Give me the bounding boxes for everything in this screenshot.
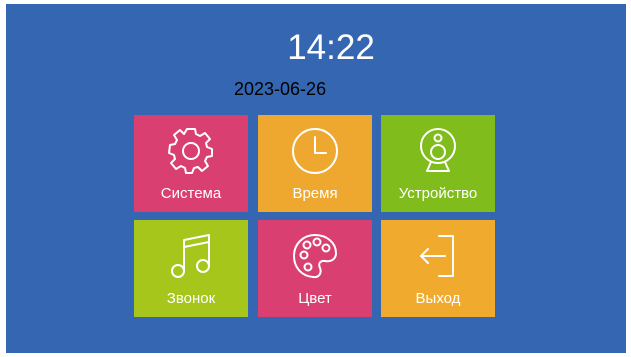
menu-tile-exit[interactable]: Выход (381, 220, 495, 317)
menu-tile-label: Система (160, 185, 222, 202)
menu-tile-ringtone[interactable]: Звонок (134, 220, 248, 317)
menu-tile-label: Цвет (298, 290, 332, 307)
webcam-icon (412, 125, 464, 177)
gear-icon (165, 125, 217, 177)
clock-icon (289, 125, 341, 177)
clock-date: 2023-06-26 (234, 79, 327, 99)
menu-tile-label: Звонок (166, 290, 216, 307)
menu-tile-label: Выход (415, 290, 461, 307)
music-note-icon (165, 230, 217, 282)
menu-tile-label: Устройство (398, 185, 478, 202)
home-screen: 14:22 2023-06-26 Система Время Устройств… (6, 4, 626, 353)
menu-tile-label: Время (292, 185, 338, 202)
menu-tile-device[interactable]: Устройство (381, 115, 495, 212)
menu-tile-time[interactable]: Время (258, 115, 372, 212)
exit-icon (412, 230, 464, 282)
menu-tile-system[interactable]: Система (134, 115, 248, 212)
palette-icon (289, 230, 341, 282)
clock-time: 14:22 (287, 28, 375, 67)
menu-tile-color[interactable]: Цвет (258, 220, 372, 317)
